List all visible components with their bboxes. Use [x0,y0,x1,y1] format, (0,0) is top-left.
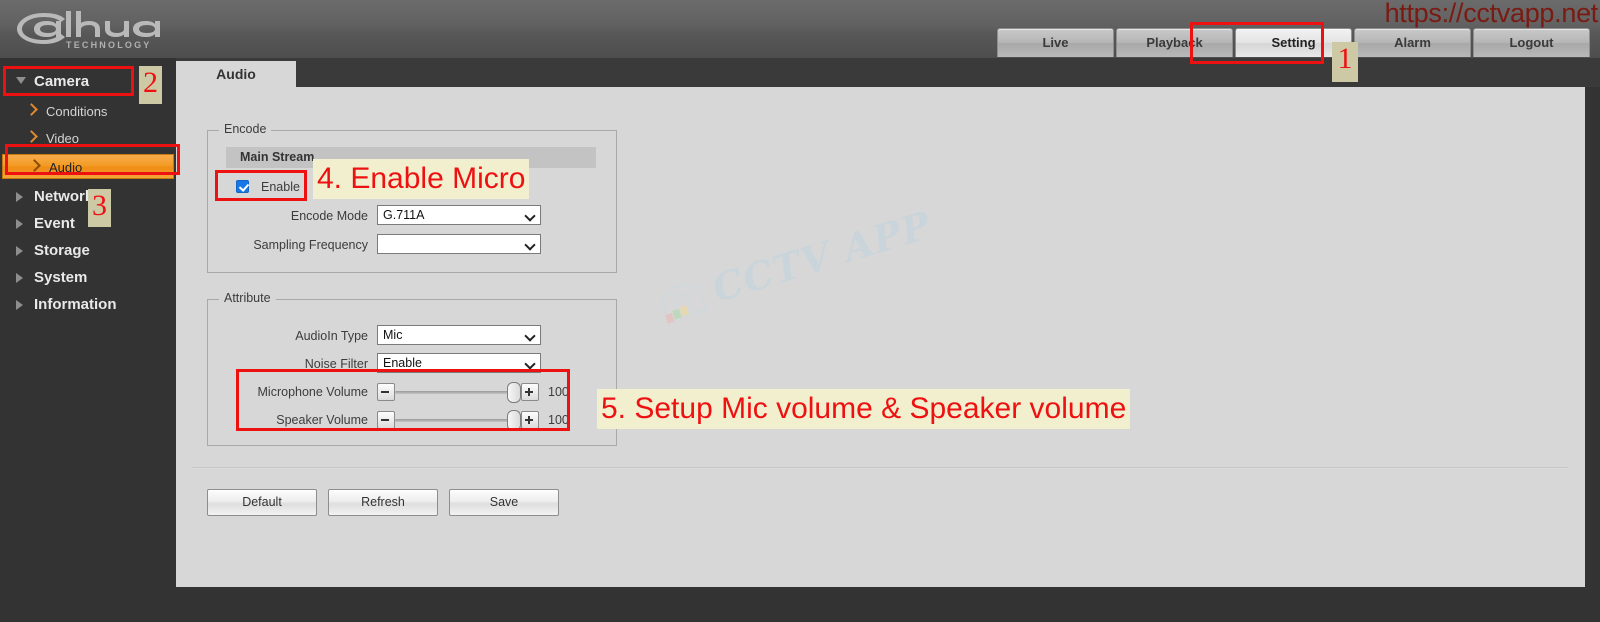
microphone-volume-label: Microphone Volume [257,385,368,399]
nav-tab-playback[interactable]: Playback [1116,28,1233,57]
camera-icon [659,281,708,324]
noise-filter-select[interactable]: Enable [377,353,541,373]
attribute-section: Attribute AudioIn Type Mic Noise Filter … [207,291,617,446]
speaker-volume-plus-button[interactable] [521,411,539,429]
app-header: TECHNOLOGY https://cctvapp.net Live Play… [0,0,1600,59]
chevron-right-icon [25,130,38,143]
microphone-volume-minus-button[interactable] [377,383,395,401]
url-watermark-text: https://cctvapp.net [1384,0,1599,28]
encode-legend: Encode [219,122,272,136]
sidebar-item-audio-label: Audio [49,160,83,175]
sidebar-item-conditions-label: Conditions [46,104,108,119]
sidebar-item-camera-label: Camera [34,73,90,90]
chevron-right-icon [16,273,23,283]
refresh-button[interactable]: Refresh [328,489,438,516]
encode-mode-value: G.711A [383,208,425,222]
encode-mode-label: Encode Mode [290,209,368,223]
chevron-down-icon [526,360,534,368]
sampling-frequency-select[interactable] [377,234,541,254]
tab-audio[interactable]: Audio [176,61,296,87]
annotation-step-5: 5. Setup Mic volume & Speaker volume [597,389,1131,429]
sidebar-item-video-label: Video [46,131,80,146]
chevron-right-icon [28,159,41,172]
sidebar-item-information[interactable]: Information [0,291,176,318]
sidebar-item-information-label: Information [34,296,117,313]
annotation-badge-1: 1 [1332,42,1358,82]
nav-tab-live[interactable]: Live [997,28,1114,57]
dahua-logo-svg: TECHNOLOGY [17,11,160,50]
sidebar-item-system[interactable]: System [0,264,176,291]
sidebar-item-network-label: Network [34,188,94,205]
sidebar-item-system-label: System [34,269,88,286]
speaker-volume-value: 100 [548,413,569,427]
sidebar-item-video[interactable]: Video [0,126,176,151]
chevron-down-icon [526,332,534,340]
main-nav: Live Playback Setting Alarm Logout [997,28,1590,58]
action-buttons: Default Refresh Save [207,489,559,516]
dahua-logo: TECHNOLOGY [14,5,174,51]
attribute-legend: Attribute [219,291,276,305]
speaker-volume-thumb[interactable] [507,409,521,431]
noise-filter-value: Enable [383,356,422,370]
speaker-volume-label: Speaker Volume [276,413,368,427]
encode-enable-label: Enable [261,180,300,194]
chevron-down-icon [526,212,534,220]
chevron-right-icon [16,192,23,202]
annotation-badge-3: 3 [88,189,111,227]
microphone-volume-value: 100 [548,385,569,399]
encode-enable-checkbox[interactable] [236,180,249,193]
sidebar-item-storage-label: Storage [34,242,90,259]
watermark-text: CCTV APP [707,201,937,311]
divider [192,467,1568,469]
speaker-volume-slider[interactable]: 100 [377,409,569,431]
sidebar-item-event-label: Event [34,215,75,232]
annotation-badge-2: 2 [139,66,162,104]
microphone-volume-thumb[interactable] [507,381,521,403]
sidebar-item-storage[interactable]: Storage [0,237,176,264]
microphone-volume-plus-button[interactable] [521,383,539,401]
microphone-volume-track[interactable] [395,390,513,394]
logo-tagline: TECHNOLOGY [66,40,152,50]
annotation-step-4: 4. Enable Micro [313,159,530,199]
microphone-volume-slider[interactable]: 100 [377,381,569,403]
nav-tab-alarm[interactable]: Alarm [1354,28,1471,57]
audioin-type-label: AudioIn Type [295,329,368,343]
sidebar-item-audio[interactable]: Audio [2,154,174,179]
audioin-type-select[interactable]: Mic [377,325,541,345]
chevron-right-icon [25,103,38,116]
sampling-frequency-label: Sampling Frequency [253,238,368,252]
noise-filter-label: Noise Filter [304,357,368,371]
content-tabstrip: Audio [176,58,1600,87]
nav-tab-logout[interactable]: Logout [1473,28,1590,57]
save-button[interactable]: Save [449,489,559,516]
speaker-volume-track[interactable] [395,418,513,422]
default-button[interactable]: Default [207,489,317,516]
chevron-down-icon [16,77,26,84]
encode-section: Encode Main Stream Enable Encode Mode G.… [207,122,617,273]
sidebar: Camera Conditions Video Audio Network Ev… [0,58,176,622]
chevron-right-icon [16,219,23,229]
audioin-type-value: Mic [383,328,403,342]
chevron-right-icon [16,246,23,256]
speaker-volume-minus-button[interactable] [377,411,395,429]
encode-mode-select[interactable]: G.711A [377,205,541,225]
chevron-right-icon [16,300,23,310]
cctvapp-watermark: CCTV APP [654,202,937,328]
chevron-down-icon [526,241,534,249]
